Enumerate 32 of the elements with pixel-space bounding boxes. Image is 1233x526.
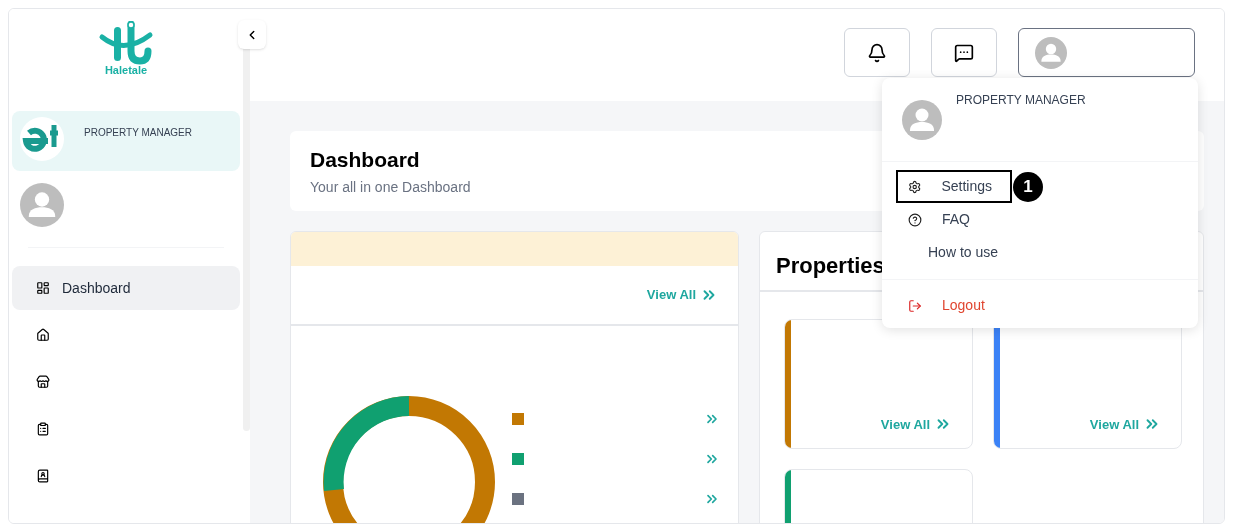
avatar-icon — [1035, 36, 1067, 69]
menu-item[interactable]: FAQ — [896, 203, 1012, 236]
page-title: Dashboard — [310, 147, 420, 173]
avatar-icon — [20, 183, 64, 227]
company-logo-icon — [20, 117, 64, 161]
menu-item[interactable]: Logout — [896, 289, 1012, 322]
help-icon — [908, 212, 922, 227]
menu-item[interactable]: How to use — [896, 236, 1012, 269]
step-marker: 1 — [1013, 172, 1043, 202]
grid-icon — [36, 281, 50, 295]
page-subtitle: Your all in one Dashboard — [310, 178, 471, 198]
contact-book-icon — [36, 469, 50, 483]
collapse-sidebar-button[interactable] — [238, 20, 266, 49]
notifications-button[interactable] — [844, 28, 910, 77]
scrollbar[interactable] — [243, 46, 250, 431]
bell-icon — [867, 42, 887, 63]
menu-item[interactable]: Settings — [896, 170, 1012, 203]
role-label: PROPERTY MANAGER — [84, 126, 192, 140]
logo-icon — [98, 21, 154, 65]
settings-icon — [908, 179, 922, 194]
avatar-icon — [902, 100, 942, 140]
house-icon — [36, 328, 50, 342]
section-title: Properties — [776, 252, 885, 280]
role-label: PROPERTY MANAGER — [956, 92, 1086, 109]
messages-button[interactable] — [931, 28, 997, 77]
clipboard-icon — [36, 422, 50, 436]
profile-button[interactable] — [1018, 28, 1195, 77]
logo-text: Haletale — [104, 65, 148, 76]
logout-icon — [908, 298, 922, 313]
chat-icon — [954, 42, 974, 63]
store-icon — [36, 375, 50, 389]
sidebar-item[interactable]: Dashboard — [12, 266, 240, 310]
